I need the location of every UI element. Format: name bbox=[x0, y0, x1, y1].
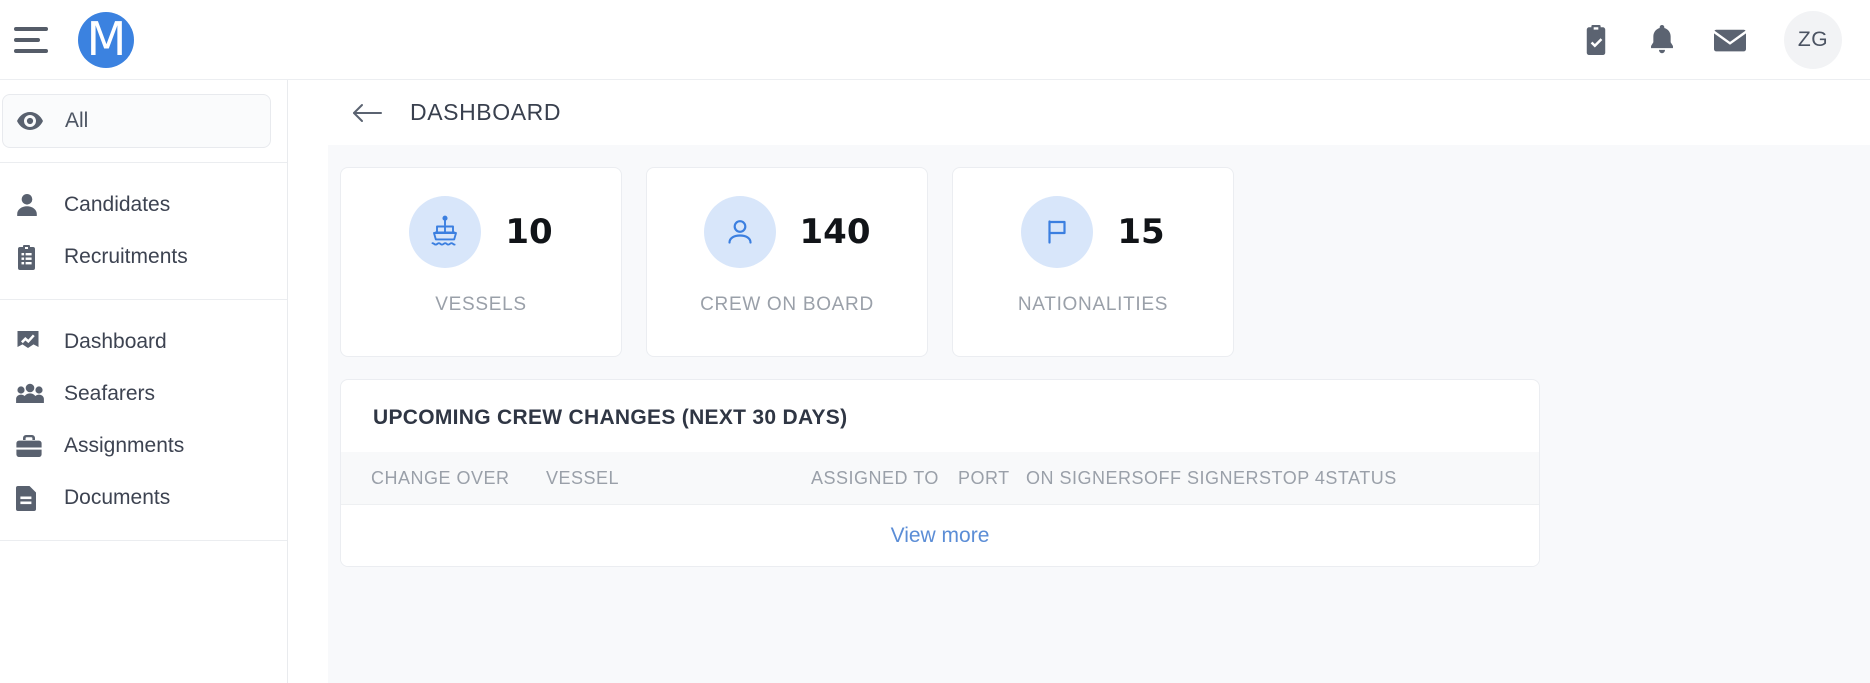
view-more-link[interactable]: View more bbox=[891, 524, 990, 548]
arrow-left-icon[interactable] bbox=[350, 96, 384, 130]
dashboard-body: 10 VESSELS 140 CREW ON BOARD 15 NATIONAL… bbox=[328, 145, 1870, 683]
sidebar-item-seafarers[interactable]: Seafarers bbox=[0, 368, 287, 420]
sidebar-scroll-column bbox=[288, 80, 368, 683]
stat-cards: 10 VESSELS 140 CREW ON BOARD 15 NATIONAL… bbox=[340, 167, 1860, 357]
stat-value: 140 bbox=[799, 212, 871, 252]
column-header-on-signers[interactable]: ON SIGNERS bbox=[1026, 468, 1144, 489]
eye-icon bbox=[17, 111, 57, 131]
sidebar-item-candidates[interactable]: Candidates bbox=[0, 179, 287, 231]
stat-card-vessels: 10 VESSELS bbox=[340, 167, 622, 357]
sidebar-group-2: Candidates Recruitments bbox=[0, 163, 287, 300]
sidebar-item-label: Seafarers bbox=[64, 382, 156, 405]
stat-card-crew-on-board: 140 CREW ON BOARD bbox=[646, 167, 928, 357]
column-header-status[interactable]: STATUS bbox=[1325, 468, 1396, 489]
sidebar-item-recruitments[interactable]: Recruitments bbox=[0, 231, 287, 283]
sidebar-item-dashboard[interactable]: Dashboard bbox=[0, 316, 287, 368]
envelope-icon[interactable] bbox=[1714, 27, 1746, 53]
column-header-change-over[interactable]: CHANGE OVER bbox=[371, 468, 546, 489]
stat-value: 15 bbox=[1117, 212, 1165, 252]
document-icon bbox=[16, 485, 56, 511]
stat-label: VESSELS bbox=[435, 294, 527, 315]
table-header-row: CHANGE OVER VESSEL ASSIGNED TO PORT ON S… bbox=[341, 452, 1539, 504]
stat-label: NATIONALITIES bbox=[1017, 294, 1169, 315]
clipboard-check-icon[interactable] bbox=[1582, 24, 1610, 55]
stat-card-nationalities: 15 NATIONALITIES bbox=[952, 167, 1234, 357]
sidebar-group-3: Dashboard Seafarers Assignments Document… bbox=[0, 300, 287, 541]
column-header-port[interactable]: PORT bbox=[958, 468, 1026, 489]
upcoming-crew-changes-panel: UPCOMING CREW CHANGES (NEXT 30 DAYS) CHA… bbox=[340, 379, 1540, 567]
flag-icon bbox=[1021, 196, 1094, 268]
clipboard-list-icon bbox=[16, 244, 56, 270]
stat-value: 10 bbox=[505, 212, 553, 252]
sidebar-item-documents[interactable]: Documents bbox=[0, 472, 287, 524]
page-header: DASHBOARD bbox=[328, 80, 1870, 145]
column-header-off-signers[interactable]: OFF SIGNERS bbox=[1144, 468, 1272, 489]
stat-card-top: 15 bbox=[953, 196, 1233, 268]
sidebar: All Candidates Recruitments Dashboard Se… bbox=[0, 80, 288, 683]
logo-letter: M bbox=[86, 11, 127, 66]
bell-icon[interactable] bbox=[1648, 24, 1676, 55]
ship-icon bbox=[409, 196, 482, 268]
person-icon bbox=[16, 193, 56, 217]
table-footer: View more bbox=[341, 504, 1539, 566]
sidebar-item-label: Assignments bbox=[64, 434, 185, 457]
app-logo[interactable]: M bbox=[78, 11, 134, 68]
panel-title: UPCOMING CREW CHANGES (NEXT 30 DAYS) bbox=[373, 406, 848, 429]
person-icon bbox=[703, 196, 776, 268]
main-content: DASHBOARD 10 VESSELS 140 CREW ON BOARD 1… bbox=[328, 80, 1870, 683]
people-group-icon bbox=[16, 383, 56, 405]
stat-label: CREW ON BOARD bbox=[700, 294, 874, 315]
sidebar-item-label: Dashboard bbox=[64, 330, 167, 353]
column-header-assigned-to[interactable]: ASSIGNED TO bbox=[811, 468, 958, 489]
chart-flag-icon bbox=[16, 330, 56, 354]
sidebar-item-label: Recruitments bbox=[64, 245, 188, 268]
sidebar-item-all[interactable]: All bbox=[2, 94, 271, 148]
sidebar-item-label: Documents bbox=[64, 486, 171, 509]
sidebar-item-label: Candidates bbox=[64, 193, 171, 216]
hamburger-icon[interactable] bbox=[14, 26, 48, 53]
top-bar-actions: ZG bbox=[1582, 10, 1842, 69]
sidebar-item-label: All bbox=[65, 109, 89, 132]
stat-card-top: 10 bbox=[341, 196, 621, 268]
sidebar-item-assignments[interactable]: Assignments bbox=[0, 420, 287, 472]
column-header-top-4[interactable]: TOP 4 bbox=[1272, 468, 1326, 489]
briefcase-icon bbox=[16, 434, 56, 458]
sidebar-group-1: All bbox=[0, 80, 287, 163]
stat-card-top: 140 bbox=[647, 196, 927, 268]
top-bar: M ZG bbox=[0, 0, 1870, 80]
page-title: DASHBOARD bbox=[410, 99, 562, 125]
column-header-vessel[interactable]: VESSEL bbox=[546, 468, 811, 489]
avatar-initials: ZG bbox=[1797, 27, 1829, 51]
avatar[interactable]: ZG bbox=[1784, 10, 1842, 69]
